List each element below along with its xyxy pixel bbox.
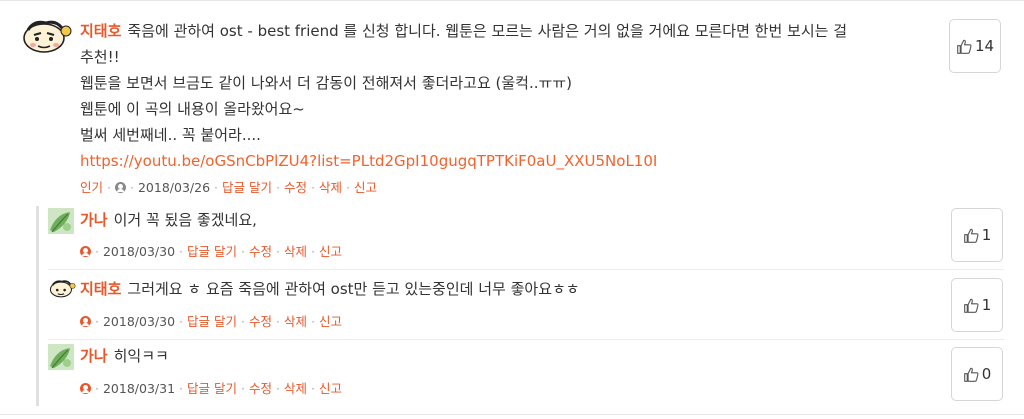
top-divider <box>0 0 1024 1</box>
comment-text: 웹툰을 보면서 브금도 같이 나와서 더 감동이 전해져서 좋더라고요 (울컥.… <box>80 74 572 92</box>
like-button[interactable]: 1 <box>951 278 1003 332</box>
thumbs-up-icon <box>957 39 972 54</box>
user-icon <box>115 182 126 193</box>
user-icon <box>80 383 91 394</box>
reply-button[interactable]: 답글 달기 <box>187 381 237 396</box>
youtube-link[interactable]: https://youtu.be/oGSnCbPlZU4?list=PLtd2G… <box>80 152 657 170</box>
edit-button[interactable]: 수정 <box>284 180 307 195</box>
popular-badge: 인기 <box>80 180 104 195</box>
like-count: 14 <box>974 37 995 55</box>
reply-line: 가나 히익ㅋㅋ <box>80 343 169 369</box>
reply-text: 그러게요 ㅎ 요즘 죽음에 관하여 ost만 듣고 있는중인데 너무 좋아요ㅎㅎ <box>127 280 580 298</box>
delete-button[interactable]: 삭제 <box>319 180 342 195</box>
comment-text: 웹툰에 이 곡의 내용이 올라왔어요~ <box>80 100 305 118</box>
reply-author[interactable]: 가나 <box>80 211 108 229</box>
like-count: 1 <box>981 226 992 244</box>
user-icon <box>80 246 91 257</box>
comment-text: 추천!! <box>80 48 120 66</box>
reply-text: 히익ㅋㅋ <box>113 347 169 365</box>
report-button[interactable]: 신고 <box>319 381 342 396</box>
like-button[interactable]: 1 <box>951 208 1003 262</box>
avatar-cartoon <box>49 280 76 298</box>
thumbs-up-icon <box>963 367 979 382</box>
reply-date: 2018/03/31 <box>102 381 176 396</box>
comment-author[interactable]: 지태호 <box>80 22 121 40</box>
like-count: 1 <box>981 296 992 314</box>
reply-date: 2018/03/30 <box>102 314 176 329</box>
reply-meta: · 2018/03/30 · 답글 달기 · 수정 · 삭제 · 신고 <box>80 241 342 260</box>
reply-author[interactable]: 지태호 <box>80 280 121 298</box>
user-icon <box>80 316 91 327</box>
reply-thread-rule <box>36 206 39 406</box>
reply-button[interactable]: 답글 달기 <box>187 314 237 329</box>
reply-line: 지태호 그러게요 ㅎ 요즘 죽음에 관하여 ost만 듣고 있는중인데 너무 좋아… <box>80 276 580 302</box>
like-button[interactable]: 0 <box>951 347 1003 401</box>
reply-text: 이거 꼭 됬음 좋겠네요, <box>113 211 257 229</box>
comment-line: 지태호 죽음에 관하여 ost - best friend 를 신청 합니다. 웹… <box>80 18 847 44</box>
thumbs-up-icon <box>963 298 979 313</box>
edit-button[interactable]: 수정 <box>249 381 272 396</box>
reply-date: 2018/03/30 <box>102 244 176 259</box>
reply-divider <box>48 269 1004 270</box>
reply-meta: · 2018/03/30 · 답글 달기 · 수정 · 삭제 · 신고 <box>80 311 342 330</box>
report-button[interactable]: 신고 <box>354 180 377 195</box>
comment-date: 2018/03/26 <box>137 180 211 195</box>
comment-meta: 인기 · · 2018/03/26 · 답글 달기 · 수정 · 삭제 · 신고 <box>80 180 377 195</box>
report-button[interactable]: 신고 <box>319 314 342 329</box>
reply-divider <box>48 339 1004 340</box>
reply-meta: · 2018/03/31 · 답글 달기 · 수정 · 삭제 · 신고 <box>80 378 342 397</box>
thumbs-up-icon <box>963 228 979 243</box>
edit-button[interactable]: 수정 <box>249 244 272 259</box>
avatar-cartoon <box>23 20 72 53</box>
reply-line: 가나 이거 꼭 됬음 좋겠네요, <box>80 207 257 233</box>
delete-button[interactable]: 삭제 <box>284 244 307 259</box>
reply-author[interactable]: 가나 <box>80 347 108 365</box>
delete-button[interactable]: 삭제 <box>284 314 307 329</box>
report-button[interactable]: 신고 <box>319 244 342 259</box>
avatar-leaf <box>48 344 74 370</box>
edit-button[interactable]: 수정 <box>249 314 272 329</box>
reply-button[interactable]: 답글 달기 <box>187 244 237 259</box>
bottom-divider <box>0 414 1024 415</box>
delete-button[interactable]: 삭제 <box>284 381 307 396</box>
like-count: 0 <box>981 365 992 383</box>
comment-text: 죽음에 관하여 ost - best friend 를 신청 합니다. 웹툰은 … <box>127 22 848 40</box>
main-comment: 지태호 죽음에 관하여 ost - best friend 를 신청 합니다. 웹… <box>80 18 847 174</box>
comment-text: 벌써 세번째네.. 꼭 붙어라.... <box>80 126 261 144</box>
reply-button[interactable]: 답글 달기 <box>222 180 272 195</box>
like-button[interactable]: 14 <box>949 19 1001 73</box>
avatar-leaf <box>48 208 74 234</box>
